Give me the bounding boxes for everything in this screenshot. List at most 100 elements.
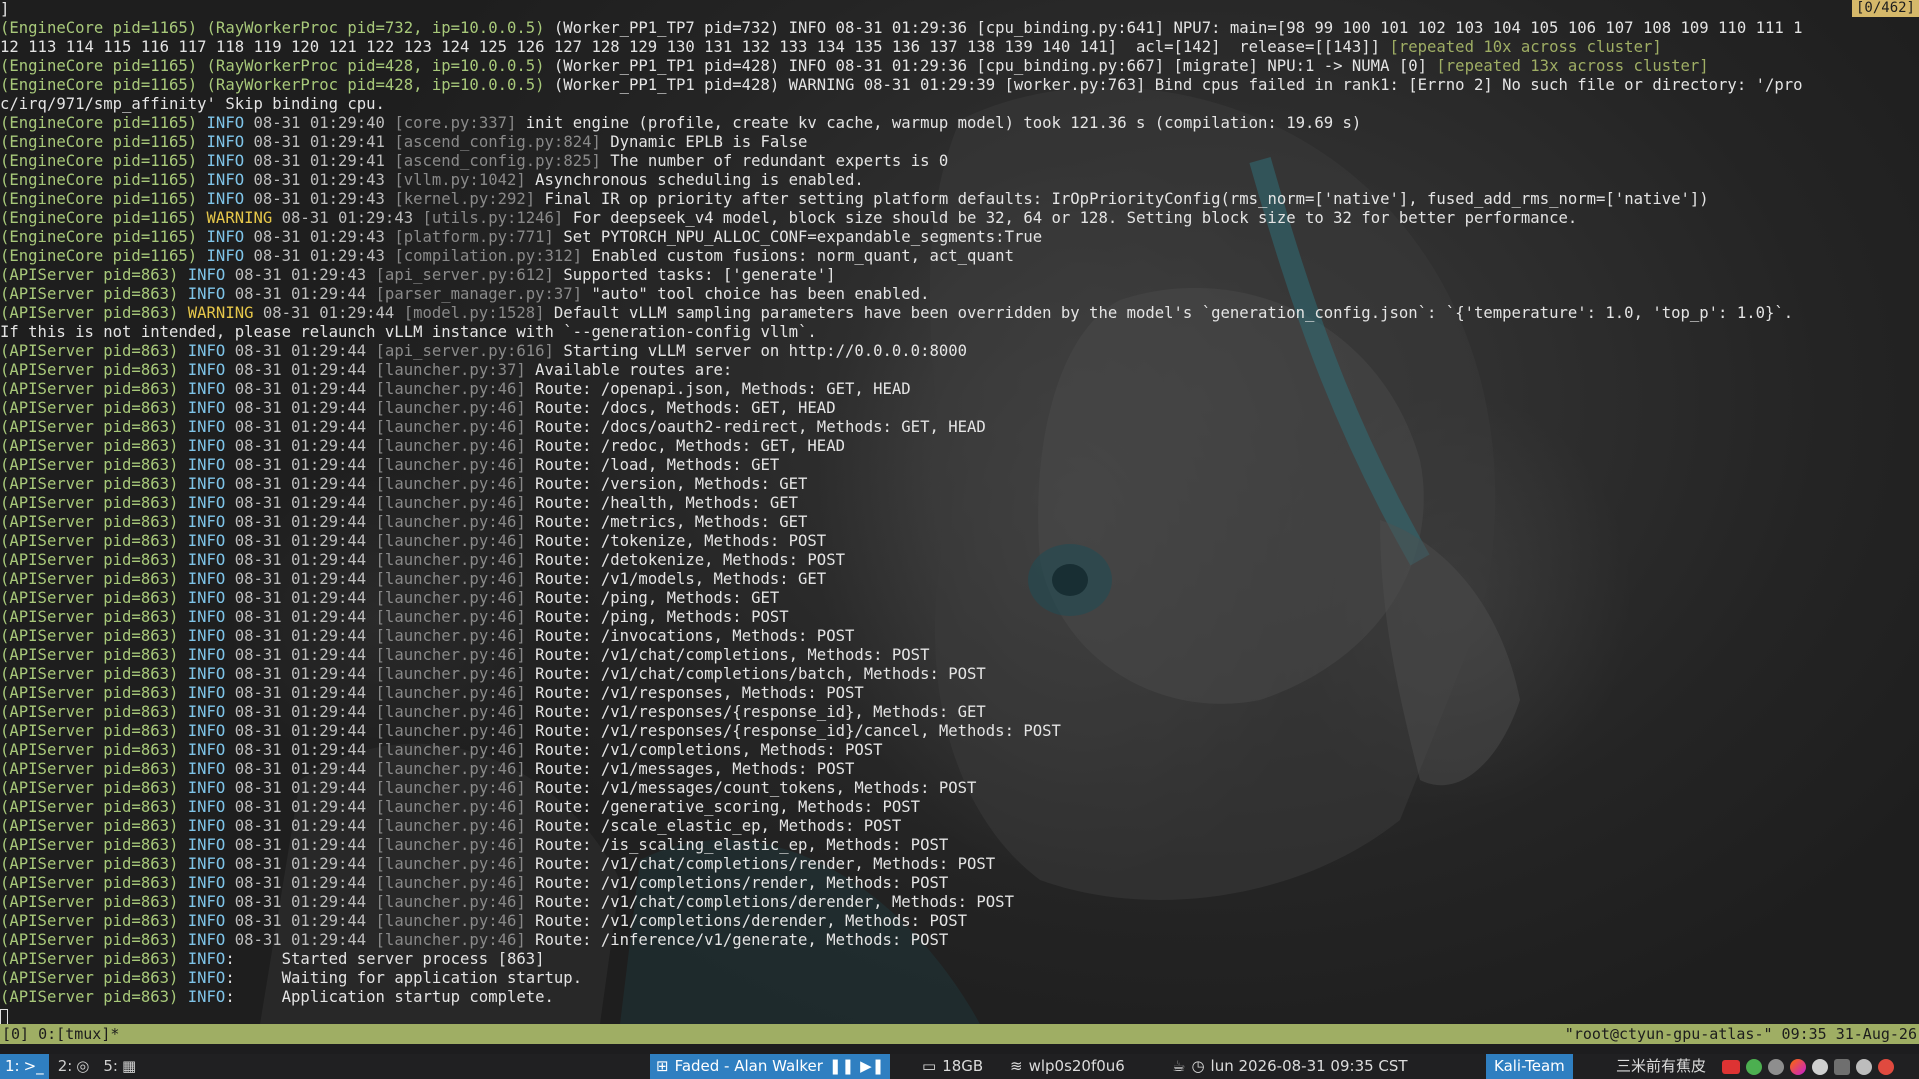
workspace-switcher: 1: >_ 2: ◎ 5: ▦ — [0, 1054, 141, 1079]
terminal-text: 08-31 01:29:44 — [234, 779, 376, 797]
terminal-line: (EngineCore pid=1165) (RayWorkerProc pid… — [0, 76, 1919, 95]
terminal-text: For deepseek_v4 model, block size should… — [572, 209, 1578, 227]
terminal-text: Asynchronous scheduling is enabled. — [535, 171, 864, 189]
terminal-text: INFO — [206, 133, 254, 151]
terminal-text: 08-31 01:29:44 — [234, 608, 376, 626]
terminal-text: Route: /redoc, Methods: GET, HEAD — [535, 437, 845, 455]
play-app-icon[interactable] — [1746, 1058, 1762, 1075]
terminal-text: (EngineCore pid=1165) (RayWorkerProc pid… — [0, 19, 554, 37]
terminal-text: INFO — [187, 893, 235, 911]
network-interface: wlp0s20f0u6 — [1028, 1057, 1125, 1075]
terminal-text: (APIServer pid=863) — [0, 836, 188, 854]
terminal-text: 08-31 01:29:44 — [234, 627, 376, 645]
terminal-text: (APIServer pid=863) — [0, 380, 188, 398]
terminal-text: (EngineCore pid=1165) — [0, 133, 207, 151]
terminal-text: [compilation.py:312] — [394, 247, 592, 265]
terminal-text: Route: /docs, Methods: GET, HEAD — [535, 399, 836, 417]
terminal-text: (EngineCore pid=1165) — [0, 152, 207, 170]
terminal-text: : Waiting for application startup. — [225, 969, 583, 987]
terminal-text: 08-31 01:29:44 — [234, 798, 376, 816]
terminal-text: 08-31 01:29:43 — [253, 228, 395, 246]
terminal-text: (APIServer pid=863) — [0, 570, 188, 588]
terminal-text: (APIServer pid=863) — [0, 912, 188, 930]
terminal-text: Route: /v1/messages, Methods: POST — [535, 760, 855, 778]
terminal-text: (APIServer pid=863) — [0, 494, 188, 512]
firefox-icon[interactable] — [1790, 1058, 1806, 1075]
terminal-line: (APIServer pid=863) INFO: Waiting for ap… — [0, 969, 1919, 988]
terminal-text: 08-31 01:29:44 — [262, 304, 404, 322]
terminal-text: Route: /ping, Methods: GET — [535, 589, 780, 607]
terminal-line: (EngineCore pid=1165) INFO 08-31 01:29:4… — [0, 114, 1919, 133]
memory-module: ▭ 18GB — [922, 1054, 983, 1079]
terminal-text: INFO — [187, 551, 235, 569]
media-player-module[interactable]: ⊞ Faded - Alan Walker ❚❚ ▶❚ — [650, 1054, 891, 1079]
terminal-text: Route: /scale_elastic_ep, Methods: POST — [535, 817, 902, 835]
terminal-line: (APIServer pid=863) INFO 08-31 01:29:44 … — [0, 798, 1919, 817]
terminal-text: 08-31 01:29:44 — [234, 741, 376, 759]
terminal-text: (APIServer pid=863) — [0, 532, 188, 550]
wifi-icon: ≋ — [1010, 1057, 1023, 1075]
record-icon[interactable] — [1722, 1059, 1740, 1074]
terminal-text: c/irq/971/smp_affinity' Skip binding cpu… — [0, 95, 385, 113]
terminal-text: [launcher.py:46] — [375, 760, 536, 778]
user-module[interactable]: Kali-Team — [1486, 1054, 1573, 1079]
terminal-text: (APIServer pid=863) — [0, 627, 188, 645]
terminal-text: INFO — [187, 665, 235, 683]
terminal-line: (APIServer pid=863) INFO 08-31 01:29:44 … — [0, 836, 1919, 855]
workspace-5-label: 5: — [103, 1057, 118, 1075]
terminal-prompt-line[interactable] — [0, 1007, 1919, 1024]
terminal-text: 08-31 01:29:44 — [234, 475, 376, 493]
volume-icon[interactable] — [1856, 1058, 1872, 1075]
terminal-line: (EngineCore pid=1165) INFO 08-31 01:29:4… — [0, 247, 1919, 266]
terminal-text: INFO — [187, 418, 235, 436]
pause-icon[interactable]: ❚❚ — [829, 1054, 854, 1079]
power-icon[interactable] — [1878, 1058, 1894, 1075]
network-module[interactable]: ≋ wlp0s20f0u6 — [1010, 1054, 1125, 1079]
terminal-text: Route: /is_scaling_elastic_ep, Methods: … — [535, 836, 949, 854]
terminal-line: (EngineCore pid=1165) (RayWorkerProc pid… — [0, 19, 1919, 38]
tmux-status-bar: [0] 0:[tmux]* "root@ctyun-gpu-atlas-" 09… — [0, 1024, 1919, 1044]
cloud-icon[interactable] — [1812, 1058, 1828, 1075]
terminal-line: (APIServer pid=863) INFO 08-31 01:29:44 … — [0, 551, 1919, 570]
terminal-line: (APIServer pid=863) INFO 08-31 01:29:44 … — [0, 912, 1919, 931]
terminal-text: (APIServer pid=863) — [0, 893, 188, 911]
workspace-1[interactable]: 1: >_ — [0, 1054, 49, 1079]
terminal-text: Route: /health, Methods: GET — [535, 494, 799, 512]
terminal-text: Starting vLLM server on http://0.0.0.0:8… — [563, 342, 968, 360]
terminal-line: (APIServer pid=863) INFO 08-31 01:29:44 … — [0, 931, 1919, 950]
terminal-text: Route: /v1/chat/completions/render, Meth… — [535, 855, 996, 873]
terminal-line: (APIServer pid=863) INFO 08-31 01:29:44 … — [0, 456, 1919, 475]
terminal-text: 08-31 01:29:44 — [234, 912, 376, 930]
terminal-output[interactable]: ] (EngineCore pid=1165) (RayWorkerProc pi… — [0, 0, 1919, 1024]
terminal-text: 08-31 01:29:44 — [234, 456, 376, 474]
chat-app-icon[interactable] — [1768, 1058, 1784, 1075]
terminal-text: INFO — [206, 247, 254, 265]
terminal-text: 08-31 01:29:44 — [234, 722, 376, 740]
next-track-icon[interactable]: ▶❚ — [860, 1054, 884, 1079]
terminal-text: INFO — [206, 152, 254, 170]
workspace-1-label: 1: — [5, 1057, 20, 1075]
terminal-line: (APIServer pid=863) INFO 08-31 01:29:44 … — [0, 874, 1919, 893]
terminal-line: (EngineCore pid=1165) INFO 08-31 01:29:4… — [0, 152, 1919, 171]
terminal-line: (APIServer pid=863) INFO 08-31 01:29:44 … — [0, 646, 1919, 665]
terminal-text: 08-31 01:29:44 — [234, 380, 376, 398]
notice-text: 三米前有蕉皮 — [1616, 1057, 1707, 1075]
workspace-5[interactable]: 5: ▦ — [98, 1054, 141, 1079]
terminal-text: Set PYTORCH_NPU_ALLOC_CONF=expandable_se… — [563, 228, 1043, 246]
terminal-line: ] — [0, 0, 1919, 19]
clipboard-icon[interactable] — [1834, 1058, 1850, 1075]
terminal-text: 08-31 01:29:44 — [234, 665, 376, 683]
terminal-text: INFO — [187, 494, 235, 512]
notice-module: 三米前有蕉皮 — [1616, 1054, 1706, 1079]
terminal-text: INFO — [187, 513, 235, 531]
workspace-2[interactable]: 2: ◎ — [53, 1054, 95, 1079]
terminal-text: [platform.py:771] — [394, 228, 564, 246]
clock-module[interactable]: ☕ ◷ lun 2026-08-31 09:35 CST — [1172, 1054, 1408, 1079]
workspace-2-label: 2: — [57, 1057, 73, 1075]
tmux-session-label[interactable]: [0] 0:[tmux]* — [2, 1024, 119, 1044]
terminal-text: "auto" tool choice has been enabled. — [591, 285, 930, 303]
terminal-line: (EngineCore pid=1165) INFO 08-31 01:29:4… — [0, 228, 1919, 247]
terminal-text: [launcher.py:46] — [375, 741, 536, 759]
terminal-text: Enabled custom fusions: norm_quant, act_… — [591, 247, 1014, 265]
terminal-line: (APIServer pid=863) INFO 08-31 01:29:44 … — [0, 627, 1919, 646]
